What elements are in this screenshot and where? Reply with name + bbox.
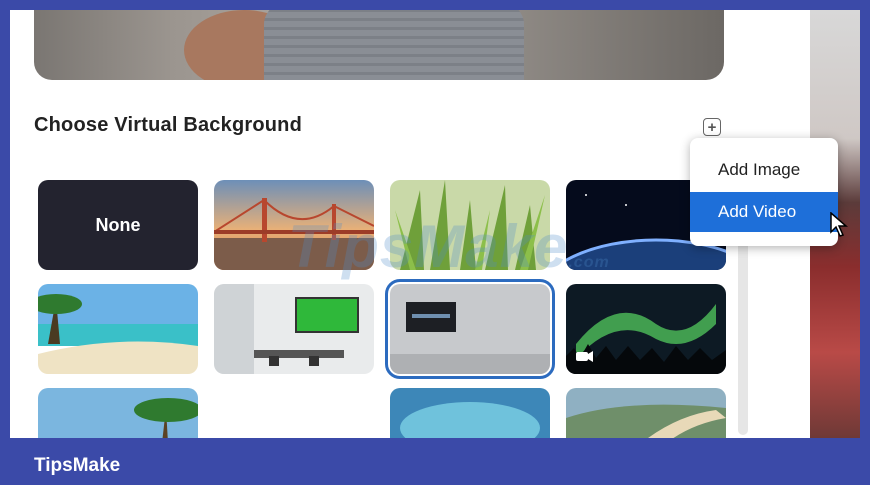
background-tile-lagoon[interactable]: [390, 388, 550, 438]
background-tile-aurora-video[interactable]: [566, 284, 726, 374]
scrollbar[interactable]: [738, 240, 748, 435]
background-tile-office-greenscreen[interactable]: [214, 284, 374, 374]
background-tile-wall-sign[interactable]: [385, 279, 555, 379]
background-tile-beach[interactable]: [38, 284, 198, 374]
background-tile-coast[interactable]: [566, 388, 726, 438]
preview-shirt: [264, 10, 524, 80]
add-background-button[interactable]: +: [703, 118, 721, 136]
background-tile-none[interactable]: None: [38, 180, 198, 270]
footer-brand: TipsMake: [34, 455, 121, 476]
coast-thumbnail: [566, 388, 726, 438]
mouse-pointer-icon: [830, 212, 848, 237]
office-thumbnail: [214, 284, 374, 374]
beach-thumbnail: [38, 284, 198, 374]
menu-item-add-video[interactable]: Add Video: [690, 192, 838, 232]
lagoon-thumbnail: [390, 388, 550, 438]
video-camera-icon: [576, 352, 588, 361]
add-background-menu: Add Image Add Video: [690, 138, 838, 246]
aurora-thumbnail: [566, 284, 726, 374]
background-tile-palm[interactable]: [38, 388, 198, 438]
watermark: TipsMake.com: [288, 213, 610, 280]
section-title: Choose Virtual Background: [34, 114, 303, 136]
palm-thumbnail: [38, 388, 198, 438]
plus-icon: +: [707, 118, 717, 136]
menu-item-add-image[interactable]: Add Image: [690, 150, 838, 190]
camera-preview: [34, 10, 724, 80]
none-label: None: [95, 214, 141, 235]
wall-sign-thumbnail: [390, 284, 550, 374]
footer-bar: [0, 438, 870, 485]
